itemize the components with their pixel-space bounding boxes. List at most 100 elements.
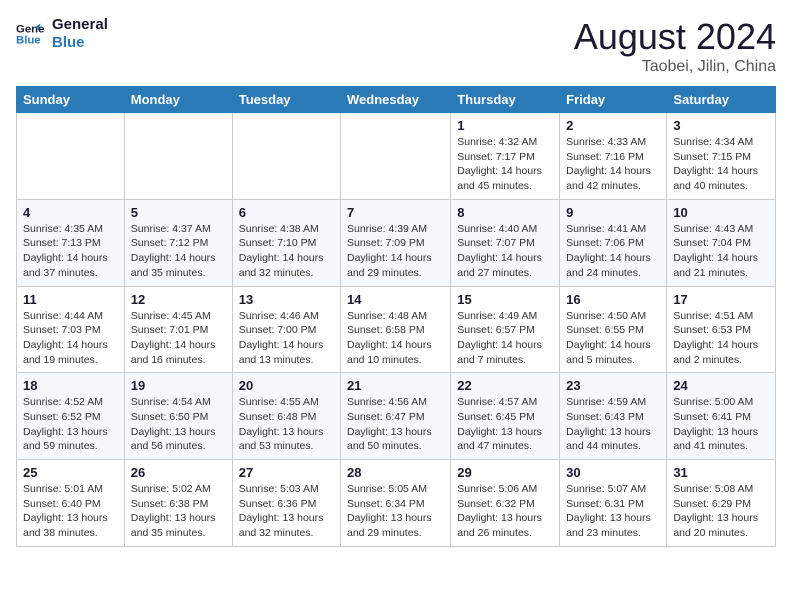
calendar-cell: 23Sunrise: 4:59 AM Sunset: 6:43 PM Dayli… xyxy=(560,373,667,460)
calendar-cell: 5Sunrise: 4:37 AM Sunset: 7:12 PM Daylig… xyxy=(124,199,232,286)
page-header: General Blue General Blue General Blue A… xyxy=(16,16,776,76)
day-number: 25 xyxy=(23,465,118,480)
calendar-cell xyxy=(232,113,340,200)
day-of-week-header: Saturday xyxy=(667,87,776,113)
day-info: Sunrise: 4:40 AM Sunset: 7:07 PM Dayligh… xyxy=(457,222,553,281)
calendar-cell: 29 Sunrise: 5:06 AM Sunset: 6:32 PM Dayli… xyxy=(451,460,560,547)
day-number: 30 xyxy=(566,465,660,480)
day-info: Sunrise: 4:32 AM Sunset: 7:17 PM Dayligh… xyxy=(457,135,553,194)
day-info: Sunrise: 4:49 AM Sunset: 6:57 PM Dayligh… xyxy=(457,309,553,368)
calendar-cell: 3 Sunrise: 4:34 AM Sunset: 7:15 PM Daylig… xyxy=(667,113,776,200)
day-number: 14 xyxy=(347,292,444,307)
calendar-cell: 9 Sunrise: 4:41 AM Sunset: 7:06 PM Daylig… xyxy=(560,199,667,286)
calendar-cell: 13 Sunrise: 4:46 AM Sunset: 7:00 PM Dayli… xyxy=(232,286,340,373)
day-of-week-header: Wednesday xyxy=(341,87,451,113)
calendar-cell: 19Sunrise: 4:54 AM Sunset: 6:50 PM Dayli… xyxy=(124,373,232,460)
calendar-cell: 20Sunrise: 4:55 AM Sunset: 6:48 PM Dayli… xyxy=(232,373,340,460)
day-number: 13 xyxy=(239,292,334,307)
day-number: 6 xyxy=(239,205,334,220)
day-number: 17 xyxy=(673,292,769,307)
day-number: 2 xyxy=(566,118,660,133)
calendar-cell: 18 Sunrise: 4:52 AM Sunset: 6:52 PM Dayli… xyxy=(17,373,125,460)
calendar-cell: 12 Sunrise: 4:45 AM Sunset: 7:01 PM Dayli… xyxy=(124,286,232,373)
calendar-week-row: 11 Sunrise: 4:44 AM Sunset: 7:03 PM Dayli… xyxy=(17,286,776,373)
calendar-cell: 11 Sunrise: 4:44 AM Sunset: 7:03 PM Dayli… xyxy=(17,286,125,373)
calendar-cell: 22 Sunrise: 4:57 AM Sunset: 6:45 PM Dayli… xyxy=(451,373,560,460)
day-info: Sunrise: 4:51 AM Sunset: 6:53 PM Dayligh… xyxy=(673,309,769,368)
day-number: 5 xyxy=(131,205,226,220)
day-info: Sunrise: 4:52 AM Sunset: 6:52 PM Dayligh… xyxy=(23,395,118,454)
day-info: Sunrise: 5:03 AM Sunset: 6:36 PM Dayligh… xyxy=(239,482,334,541)
day-info: Sunrise: 4:38 AM Sunset: 7:10 PM Dayligh… xyxy=(239,222,334,281)
day-number: 28 xyxy=(347,465,444,480)
calendar-cell: 28 Sunrise: 5:05 AM Sunset: 6:34 PM Dayli… xyxy=(341,460,451,547)
day-number: 15 xyxy=(457,292,553,307)
day-of-week-header: Tuesday xyxy=(232,87,340,113)
month-title: August 2024 xyxy=(574,16,776,58)
day-info: Sunrise: 4:59 AM Sunset: 6:43 PM Dayligh… xyxy=(566,395,660,454)
day-info: Sunrise: 5:06 AM Sunset: 6:32 PM Dayligh… xyxy=(457,482,553,541)
calendar-cell: 17 Sunrise: 4:51 AM Sunset: 6:53 PM Dayli… xyxy=(667,286,776,373)
day-number: 27 xyxy=(239,465,334,480)
day-info: Sunrise: 4:39 AM Sunset: 7:09 PM Dayligh… xyxy=(347,222,444,281)
calendar-cell: 4Sunrise: 4:35 AM Sunset: 7:13 PM Daylig… xyxy=(17,199,125,286)
day-number: 22 xyxy=(457,378,553,393)
day-number: 16 xyxy=(566,292,660,307)
title-block: August 2024 Taobei, Jilin, China xyxy=(574,16,776,76)
day-number: 19 xyxy=(131,378,226,393)
day-info: Sunrise: 4:46 AM Sunset: 7:00 PM Dayligh… xyxy=(239,309,334,368)
day-number: 7 xyxy=(347,205,444,220)
day-info: Sunrise: 4:44 AM Sunset: 7:03 PM Dayligh… xyxy=(23,309,118,368)
day-info: Sunrise: 5:08 AM Sunset: 6:29 PM Dayligh… xyxy=(673,482,769,541)
calendar-week-row: 25 Sunrise: 5:01 AM Sunset: 6:40 PM Dayli… xyxy=(17,460,776,547)
day-info: Sunrise: 5:02 AM Sunset: 6:38 PM Dayligh… xyxy=(131,482,226,541)
calendar-week-row: 1Sunrise: 4:32 AM Sunset: 7:17 PM Daylig… xyxy=(17,113,776,200)
day-info: Sunrise: 4:33 AM Sunset: 7:16 PM Dayligh… xyxy=(566,135,660,194)
calendar-week-row: 18 Sunrise: 4:52 AM Sunset: 6:52 PM Dayli… xyxy=(17,373,776,460)
calendar-cell: 15 Sunrise: 4:49 AM Sunset: 6:57 PM Dayli… xyxy=(451,286,560,373)
calendar-cell xyxy=(124,113,232,200)
day-info: Sunrise: 4:45 AM Sunset: 7:01 PM Dayligh… xyxy=(131,309,226,368)
day-number: 26 xyxy=(131,465,226,480)
day-number: 21 xyxy=(347,378,444,393)
day-info: Sunrise: 5:00 AM Sunset: 6:41 PM Dayligh… xyxy=(673,395,769,454)
calendar-header-row: SundayMondayTuesdayWednesdayThursdayFrid… xyxy=(17,87,776,113)
calendar-cell: 1Sunrise: 4:32 AM Sunset: 7:17 PM Daylig… xyxy=(451,113,560,200)
day-number: 12 xyxy=(131,292,226,307)
calendar-table: SundayMondayTuesdayWednesdayThursdayFrid… xyxy=(16,86,776,547)
day-number: 11 xyxy=(23,292,118,307)
day-number: 8 xyxy=(457,205,553,220)
day-number: 3 xyxy=(673,118,769,133)
logo-line2: Blue xyxy=(52,34,108,52)
day-of-week-header: Thursday xyxy=(451,87,560,113)
calendar-cell xyxy=(341,113,451,200)
calendar-cell: 21 Sunrise: 4:56 AM Sunset: 6:47 PM Dayli… xyxy=(341,373,451,460)
calendar-cell: 10 Sunrise: 4:43 AM Sunset: 7:04 PM Dayli… xyxy=(667,199,776,286)
day-number: 4 xyxy=(23,205,118,220)
day-info: Sunrise: 4:43 AM Sunset: 7:04 PM Dayligh… xyxy=(673,222,769,281)
day-info: Sunrise: 4:56 AM Sunset: 6:47 PM Dayligh… xyxy=(347,395,444,454)
logo: General Blue General Blue General Blue xyxy=(16,16,108,52)
calendar-cell: 14Sunrise: 4:48 AM Sunset: 6:58 PM Dayli… xyxy=(341,286,451,373)
calendar-cell: 30Sunrise: 5:07 AM Sunset: 6:31 PM Dayli… xyxy=(560,460,667,547)
day-number: 10 xyxy=(673,205,769,220)
day-info: Sunrise: 4:55 AM Sunset: 6:48 PM Dayligh… xyxy=(239,395,334,454)
day-of-week-header: Sunday xyxy=(17,87,125,113)
day-info: Sunrise: 4:50 AM Sunset: 6:55 PM Dayligh… xyxy=(566,309,660,368)
day-of-week-header: Monday xyxy=(124,87,232,113)
day-number: 9 xyxy=(566,205,660,220)
day-info: Sunrise: 4:57 AM Sunset: 6:45 PM Dayligh… xyxy=(457,395,553,454)
day-info: Sunrise: 4:41 AM Sunset: 7:06 PM Dayligh… xyxy=(566,222,660,281)
day-number: 29 xyxy=(457,465,553,480)
day-info: Sunrise: 5:05 AM Sunset: 6:34 PM Dayligh… xyxy=(347,482,444,541)
calendar-cell xyxy=(17,113,125,200)
day-info: Sunrise: 4:34 AM Sunset: 7:15 PM Dayligh… xyxy=(673,135,769,194)
calendar-cell: 7 Sunrise: 4:39 AM Sunset: 7:09 PM Daylig… xyxy=(341,199,451,286)
calendar-cell: 24Sunrise: 5:00 AM Sunset: 6:41 PM Dayli… xyxy=(667,373,776,460)
day-number: 18 xyxy=(23,378,118,393)
day-info: Sunrise: 5:01 AM Sunset: 6:40 PM Dayligh… xyxy=(23,482,118,541)
calendar-cell: 25 Sunrise: 5:01 AM Sunset: 6:40 PM Dayli… xyxy=(17,460,125,547)
calendar-cell: 31Sunrise: 5:08 AM Sunset: 6:29 PM Dayli… xyxy=(667,460,776,547)
calendar-cell: 8 Sunrise: 4:40 AM Sunset: 7:07 PM Daylig… xyxy=(451,199,560,286)
calendar-cell: 26 Sunrise: 5:02 AM Sunset: 6:38 PM Dayli… xyxy=(124,460,232,547)
